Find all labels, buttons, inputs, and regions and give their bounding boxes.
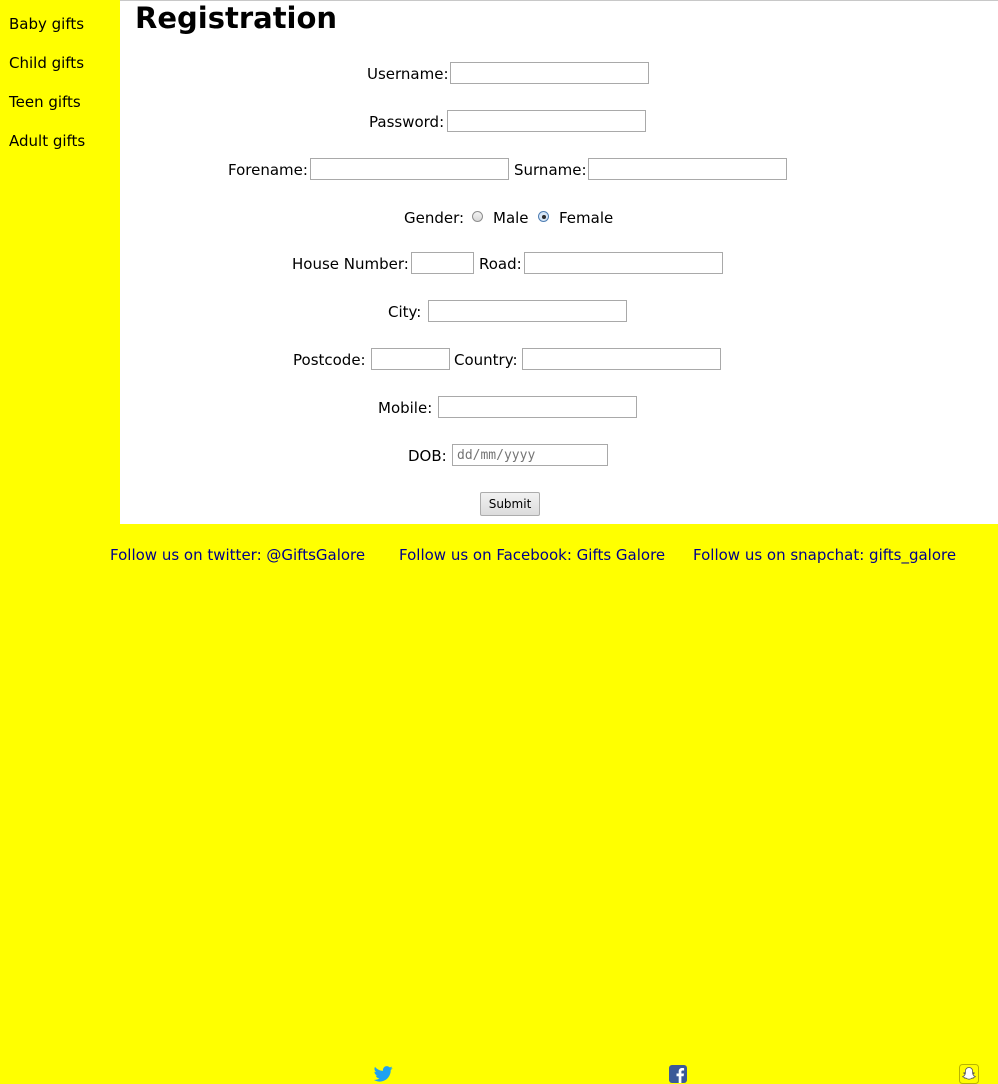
gender-female-label: Female (559, 209, 614, 227)
snapchat-icon[interactable] (959, 1064, 979, 1084)
submit-button[interactable]: Submit (480, 492, 540, 516)
surname-label: Surname: (514, 161, 587, 179)
sidebar-nav: Baby gifts Child gifts Teen gifts Adult … (0, 0, 120, 524)
dob-label: DOB: (408, 447, 447, 465)
twitter-link[interactable]: Follow us on twitter: @GiftsGalore (110, 546, 365, 564)
facebook-icon[interactable] (669, 1065, 687, 1083)
forename-label: Forename: (228, 161, 308, 179)
gender-male-label: Male (493, 209, 529, 227)
gender-label: Gender: (404, 209, 465, 227)
password-label: Password: (369, 113, 445, 131)
dob-field[interactable] (452, 444, 608, 466)
twitter-bird-icon[interactable] (374, 1066, 393, 1082)
road-label: Road: (479, 255, 522, 273)
sidebar-item-adult-gifts[interactable]: Adult gifts (9, 132, 85, 150)
city-field[interactable] (428, 300, 627, 322)
surname-field[interactable] (588, 158, 787, 180)
postcode-label: Postcode: (293, 351, 366, 369)
gender-female-radio[interactable] (538, 211, 549, 222)
username-field[interactable] (450, 62, 649, 84)
city-label: City: (388, 303, 422, 321)
country-label: Country: (454, 351, 518, 369)
sidebar-item-teen-gifts[interactable]: Teen gifts (9, 93, 81, 111)
mobile-label: Mobile: (378, 399, 433, 417)
password-field[interactable] (447, 110, 646, 132)
snapchat-link[interactable]: Follow us on snapchat: gifts_galore (693, 546, 956, 564)
facebook-link[interactable]: Follow us on Facebook: Gifts Galore (399, 546, 665, 564)
postcode-field[interactable] (371, 348, 450, 370)
forename-field[interactable] (310, 158, 509, 180)
country-field[interactable] (522, 348, 721, 370)
gender-male-radio[interactable] (472, 211, 483, 222)
username-label: Username: (367, 65, 449, 83)
page-title: Registration (135, 1, 338, 35)
sidebar-item-child-gifts[interactable]: Child gifts (9, 54, 84, 72)
road-field[interactable] (524, 252, 723, 274)
registration-form: Registration Username: Password: Forenam… (120, 0, 998, 524)
sidebar-item-baby-gifts[interactable]: Baby gifts (9, 15, 84, 33)
mobile-field[interactable] (438, 396, 637, 418)
house-number-field[interactable] (411, 252, 474, 274)
house-number-label: House Number: (292, 255, 409, 273)
footer: Follow us on twitter: @GiftsGalore Follo… (0, 524, 998, 1084)
